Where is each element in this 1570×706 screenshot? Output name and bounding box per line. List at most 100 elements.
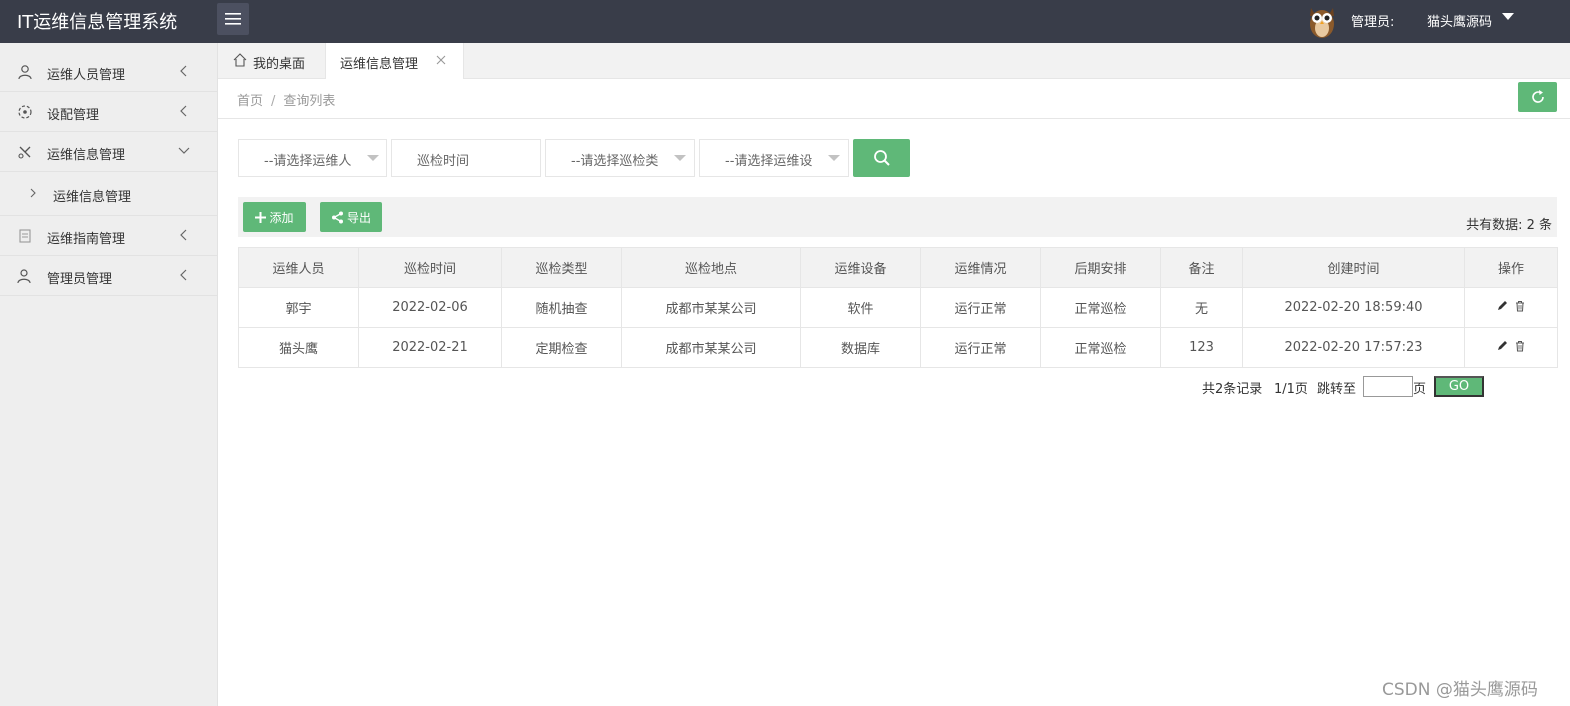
search-button[interactable] — [853, 139, 910, 177]
tab-bar: 我的桌面 运维信息管理 — [218, 43, 1570, 80]
breadcrumb-separator: / — [271, 94, 276, 109]
sidebar: 运维人员管理 设配管理 运维信息管理 运维信息管理 运维指南管理 管理员管理 — [0, 43, 218, 706]
table-cell: 正常巡检 — [1040, 287, 1161, 328]
column-header: 创建时间 — [1242, 247, 1465, 288]
owl-avatar[interactable] — [1306, 2, 1338, 40]
menu-toggle-button[interactable] — [217, 3, 249, 35]
sidebar-item-guides[interactable]: 运维指南管理 — [0, 216, 217, 256]
go-button[interactable]: GO — [1434, 376, 1484, 397]
column-header: 巡检地点 — [621, 247, 801, 288]
tab-desktop[interactable]: 我的桌面 — [218, 43, 325, 79]
device-select[interactable]: --请选择运维设 — [699, 139, 849, 177]
table-cell: 成都市某某公司 — [621, 327, 801, 368]
tab-label: 我的桌面 — [253, 57, 306, 72]
chevron-right-icon — [30, 188, 36, 198]
add-button[interactable]: 添加 — [243, 202, 306, 232]
table-toolbar: 添加 导出 共有数据: 2 条 — [238, 197, 1557, 237]
column-header: 运维人员 — [238, 247, 359, 288]
table-header-row: 运维人员 巡检时间 巡检类型 巡检地点 运维设备 运维情况 后期安排 备注 创建… — [238, 247, 1558, 288]
app-title: IT运维信息管理系统 — [17, 12, 178, 33]
users-icon — [17, 269, 31, 284]
refresh-button[interactable] — [1518, 82, 1557, 112]
table-cell: 2022-02-06 — [358, 287, 502, 328]
table-cell: 软件 — [800, 287, 921, 328]
export-button-label: 导出 — [346, 210, 371, 225]
caret-down-icon — [828, 155, 840, 161]
inspection-type-select[interactable]: --请选择巡检类 — [545, 139, 695, 177]
chevron-left-icon — [180, 65, 187, 77]
table-cell: 2022-02-20 17:57:23 — [1242, 327, 1465, 368]
inspection-time-input[interactable]: 巡检时间 — [391, 139, 541, 177]
admin-name[interactable]: 猫头鹰源码 — [1427, 11, 1492, 30]
table-cell: 猫头鹰 — [238, 327, 359, 368]
tab-label: 运维信息管理 — [340, 57, 419, 72]
column-header: 操作 — [1464, 247, 1558, 288]
table-cell: 123 — [1160, 327, 1243, 368]
table-cell: 2022-02-21 — [358, 327, 502, 368]
table-cell: 郭宇 — [238, 287, 359, 328]
table-cell-actions — [1464, 287, 1558, 328]
tab-ops-info[interactable]: 运维信息管理 — [325, 43, 464, 80]
ops-info-table: 运维人员 巡检时间 巡检类型 巡检地点 运维设备 运维情况 后期安排 备注 创建… — [238, 247, 1558, 368]
trash-icon[interactable] — [1514, 340, 1526, 352]
close-icon[interactable] — [435, 54, 447, 66]
home-icon — [233, 53, 247, 67]
caret-down-icon — [674, 155, 686, 161]
caret-down-icon[interactable] — [1502, 13, 1514, 20]
device-select-placeholder: --请选择运维设 — [725, 154, 813, 169]
chevron-left-icon — [180, 269, 187, 281]
sidebar-item-label: 运维信息管理 — [47, 148, 126, 163]
tools-icon — [18, 146, 31, 159]
table-cell: 随机抽查 — [501, 287, 622, 328]
chevron-down-icon — [178, 147, 190, 154]
column-header: 备注 — [1160, 247, 1243, 288]
document-icon — [19, 229, 31, 243]
breadcrumb-home[interactable]: 首页 — [237, 94, 263, 109]
share-icon — [331, 211, 343, 223]
sidebar-item-label: 运维指南管理 — [47, 232, 126, 247]
pagination-jump-label: 跳转至 — [1317, 382, 1357, 397]
sidebar-subitem-ops-info[interactable]: 运维信息管理 — [0, 172, 217, 216]
caret-down-icon — [367, 155, 379, 161]
sidebar-item-label: 管理员管理 — [47, 272, 113, 287]
breadcrumb: 首页 / 查询列表 — [237, 90, 335, 109]
pagination-total: 共2条记录 — [1202, 382, 1263, 397]
sidebar-item-admins[interactable]: 管理员管理 — [0, 256, 217, 296]
trash-icon[interactable] — [1514, 300, 1526, 312]
sidebar-item-ops-info[interactable]: 运维信息管理 — [0, 132, 217, 172]
plus-icon — [255, 211, 267, 223]
table-row: 猫头鹰 2022-02-21 定期检查 成都市某某公司 数据库 运行正常 正常巡… — [238, 327, 1558, 368]
table-cell: 成都市某某公司 — [621, 287, 801, 328]
admin-label: 管理员: — [1351, 15, 1395, 30]
pagination-unit: 页 — [1413, 382, 1427, 397]
breadcrumb-bar: 首页 / 查询列表 — [218, 79, 1570, 119]
sidebar-item-staff[interactable]: 运维人员管理 — [0, 52, 217, 92]
search-icon — [873, 150, 890, 166]
chevron-left-icon — [180, 229, 187, 241]
table-cell-actions — [1464, 327, 1558, 368]
sidebar-item-label: 运维人员管理 — [47, 68, 126, 83]
sidebar-item-label: 设配管理 — [47, 108, 100, 123]
breadcrumb-current: 查询列表 — [283, 94, 336, 109]
add-button-label: 添加 — [269, 210, 294, 225]
table-cell: 无 — [1160, 287, 1243, 328]
inspection-type-placeholder: --请选择巡检类 — [571, 154, 659, 169]
edit-icon[interactable] — [1496, 300, 1508, 312]
sidebar-subitem-label: 运维信息管理 — [53, 190, 132, 205]
watermark: CSDN @猫头鹰源码 — [1382, 680, 1538, 700]
page-jump-input[interactable] — [1363, 376, 1413, 397]
person-select[interactable]: --请选择运维人 — [238, 139, 387, 177]
inspection-time-placeholder: 巡检时间 — [417, 154, 470, 169]
column-header: 运维设备 — [800, 247, 921, 288]
table-row: 郭宇 2022-02-06 随机抽查 成都市某某公司 软件 运行正常 正常巡检 … — [238, 287, 1558, 328]
column-header: 巡检类型 — [501, 247, 622, 288]
sidebar-item-devices[interactable]: 设配管理 — [0, 92, 217, 132]
table-cell: 定期检查 — [501, 327, 622, 368]
column-header: 后期安排 — [1040, 247, 1161, 288]
pagination-pages: 1/1页 — [1274, 382, 1308, 397]
edit-icon[interactable] — [1496, 340, 1508, 352]
export-button[interactable]: 导出 — [320, 202, 382, 232]
chevron-left-icon — [180, 105, 187, 117]
total-data-count: 共有数据: 2 条 — [1466, 218, 1552, 233]
user-icon — [18, 65, 32, 80]
